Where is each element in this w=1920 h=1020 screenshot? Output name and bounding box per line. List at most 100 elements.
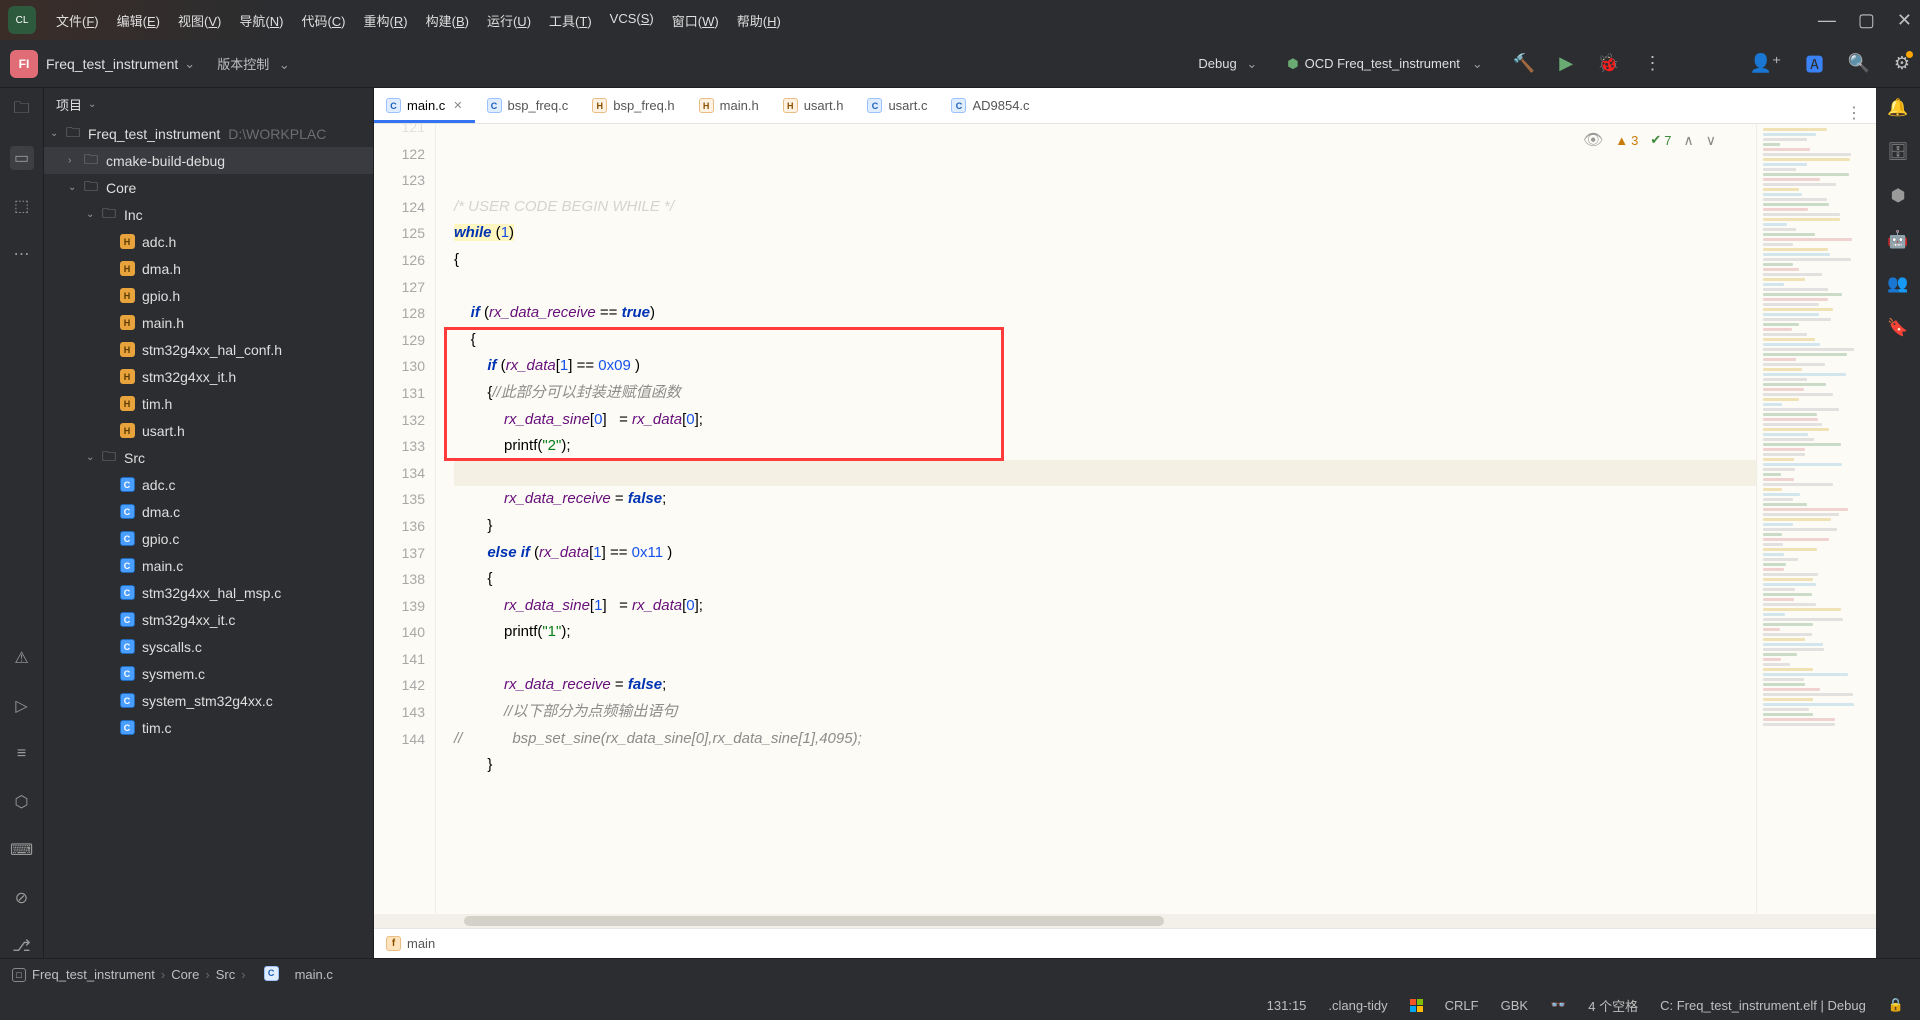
code-line[interactable]: } xyxy=(454,752,1756,779)
navigation-breadcrumb[interactable]: □ Freq_test_instrument› Core› Src› Cmain… xyxy=(0,958,1920,990)
code-line[interactable] xyxy=(454,805,1756,832)
tab-menu-icon[interactable]: ⋮ xyxy=(1846,103,1862,123)
tree-row[interactable]: Hadc.h xyxy=(44,228,373,255)
code-line[interactable] xyxy=(454,460,1756,487)
menu-item[interactable]: 重构(R) xyxy=(364,11,408,30)
tree-row[interactable]: Cgpio.c xyxy=(44,525,373,552)
editor-tab[interactable]: CAD9854.c xyxy=(939,91,1041,123)
notifications-icon[interactable]: 🔔 xyxy=(1887,98,1908,118)
tree-row[interactable]: Cstm32g4xx_it.c xyxy=(44,606,373,633)
translate-icon[interactable]: 🅰 xyxy=(1805,51,1823,77)
next-highlight-icon[interactable]: ∨ xyxy=(1706,132,1716,149)
run-config-selector[interactable]: Debug ⌄ xyxy=(1198,56,1263,72)
tree-row[interactable]: Husart.h xyxy=(44,417,373,444)
prev-highlight-icon[interactable]: ∧ xyxy=(1684,132,1694,149)
encoding[interactable]: GBK xyxy=(1501,998,1528,1013)
tree-row[interactable]: Hstm32g4xx_hal_conf.h xyxy=(44,336,373,363)
tree-row[interactable]: ⌄🗀Freq_test_instrumentD:\WORKPLAC xyxy=(44,120,373,147)
tree-row[interactable]: Csystem_stm32g4xx.c xyxy=(44,687,373,714)
code-line[interactable]: //以下部分为点频输出语句 xyxy=(454,699,1756,726)
settings-icon[interactable]: ⚙ xyxy=(1894,53,1910,74)
tree-row[interactable]: Cdma.c xyxy=(44,498,373,525)
menu-item[interactable]: 文件(F) xyxy=(56,11,99,30)
maximize-icon[interactable]: ▢ xyxy=(1858,10,1875,31)
tree-row[interactable]: Hmain.h xyxy=(44,309,373,336)
code-line[interactable] xyxy=(454,274,1756,301)
code-line[interactable]: if (rx_data[1] == 0x09 ) xyxy=(454,353,1756,380)
add-user-icon[interactable]: 👤⁺ xyxy=(1750,53,1782,74)
code-line[interactable]: while (1) xyxy=(454,220,1756,247)
ocd-config[interactable]: ⬢ OCD Freq_test_instrument ⌄ xyxy=(1287,56,1489,72)
clang-tidy-status[interactable]: .clang-tidy xyxy=(1328,998,1387,1013)
terminal-icon[interactable]: ⌨ xyxy=(10,838,34,862)
editor-tab[interactable]: Husart.h xyxy=(771,91,856,123)
code-line[interactable]: { xyxy=(454,247,1756,274)
code-line[interactable]: rx_data_sine[1] = rx_data[0]; xyxy=(454,593,1756,620)
code-line[interactable]: rx_data_sine[0] = rx_data[0]; xyxy=(454,407,1756,434)
problems-icon[interactable]: ⊘ xyxy=(10,886,34,910)
more-icon[interactable]: ⋯ xyxy=(10,242,34,266)
tree-row[interactable]: ⌄🗀Core xyxy=(44,174,373,201)
tree-row[interactable]: Ctim.c xyxy=(44,714,373,741)
menu-item[interactable]: 代码(C) xyxy=(301,11,345,30)
version-control-button[interactable]: 版本控制 ⌄ xyxy=(217,54,296,73)
windows-icon[interactable] xyxy=(1410,999,1423,1012)
build-target[interactable]: C: Freq_test_instrument.elf | Debug xyxy=(1660,998,1866,1013)
folder-tree-icon[interactable]: 🗀 xyxy=(10,98,34,122)
menu-item[interactable]: 窗口(W) xyxy=(672,11,719,30)
editor-tab[interactable]: Cusart.c xyxy=(855,91,939,123)
more-icon[interactable]: ⋮ xyxy=(1644,53,1662,74)
code-line[interactable]: // bsp_set_sine(rx_data_sine[0],rx_data_… xyxy=(454,726,1756,753)
menu-item[interactable]: VCS(S) xyxy=(610,11,654,30)
structure-icon[interactable]: ⬚ xyxy=(10,194,34,218)
tree-row[interactable]: Csysmem.c xyxy=(44,660,373,687)
minimap[interactable] xyxy=(1756,124,1876,914)
bookmark-icon[interactable]: 🔖 xyxy=(1887,318,1908,338)
indent-status[interactable]: 4 个空格 xyxy=(1588,996,1638,1015)
hammer-icon[interactable]: 🔨 xyxy=(1513,53,1535,74)
menu-item[interactable]: 运行(U) xyxy=(487,11,531,30)
editor-breadcrumb[interactable]: f main xyxy=(374,928,1876,958)
code-line[interactable] xyxy=(454,779,1756,806)
tree-row[interactable]: ⌄🗀Inc xyxy=(44,201,373,228)
code-body[interactable]: /* USER CODE BEGIN WHILE */while (1){ if… xyxy=(436,124,1756,914)
warnings-icon[interactable]: ⚠ xyxy=(10,646,34,670)
debug-icon[interactable]: 🐞 xyxy=(1597,53,1619,74)
code-line[interactable]: rx_data_receive = false; xyxy=(454,486,1756,513)
editor-tab[interactable]: Cmain.c✕ xyxy=(374,91,475,123)
tree-row[interactable]: Cmain.c xyxy=(44,552,373,579)
tree-row[interactable]: Csyscalls.c xyxy=(44,633,373,660)
tree-row[interactable]: Cstm32g4xx_hal_msp.c xyxy=(44,579,373,606)
cursor-position[interactable]: 131:15 xyxy=(1267,998,1307,1013)
menu-item[interactable]: 视图(V) xyxy=(178,11,221,30)
tree-row[interactable]: Cadc.c xyxy=(44,471,373,498)
chevron-down-icon[interactable]: ⌄ xyxy=(184,56,195,72)
menu-item[interactable]: 导航(N) xyxy=(239,11,283,30)
list-icon[interactable]: ≡ xyxy=(10,742,34,766)
git-icon[interactable]: ⎇ xyxy=(10,934,34,958)
close-tab-icon[interactable]: ✕ xyxy=(453,99,462,112)
warnings-badge[interactable]: ▲ 3 xyxy=(1615,133,1638,148)
cube-icon[interactable]: ⬢ xyxy=(1891,186,1906,206)
tree-row[interactable]: Hdma.h xyxy=(44,255,373,282)
project-icon[interactable]: ▭ xyxy=(10,146,34,170)
copilot-status-icon[interactable]: 👓 xyxy=(1550,997,1566,1013)
copilot-icon[interactable]: 🤖 xyxy=(1887,230,1908,250)
code-line[interactable]: printf("2"); xyxy=(454,433,1756,460)
tree-row[interactable]: Htim.h xyxy=(44,390,373,417)
editor-tab[interactable]: Hmain.h xyxy=(687,91,771,123)
project-tree[interactable]: ⌄🗀Freq_test_instrumentD:\WORKPLAC›🗀cmake… xyxy=(44,120,373,958)
profile-icon[interactable]: 👥 xyxy=(1887,274,1908,294)
hex-icon[interactable]: ⬡ xyxy=(10,790,34,814)
code-editor[interactable]: 👁 ▲ 3 ✔ 7 ∧ ∨ 12112212312412512612712812… xyxy=(374,124,1876,914)
tree-row[interactable]: Hstm32g4xx_it.h xyxy=(44,363,373,390)
horizontal-scrollbar[interactable] xyxy=(374,914,1876,928)
search-icon[interactable]: 🔍 xyxy=(1847,53,1869,74)
code-line[interactable]: if (rx_data_receive == true) xyxy=(454,300,1756,327)
code-line[interactable]: printf("1"); xyxy=(454,619,1756,646)
lock-icon[interactable]: 🔒 xyxy=(1888,997,1904,1013)
editor-tab[interactable]: Cbsp_freq.c xyxy=(475,91,581,123)
code-line[interactable]: { xyxy=(454,566,1756,593)
menu-item[interactable]: 工具(T) xyxy=(549,11,592,30)
database-icon[interactable]: 🗄 xyxy=(1887,142,1909,162)
